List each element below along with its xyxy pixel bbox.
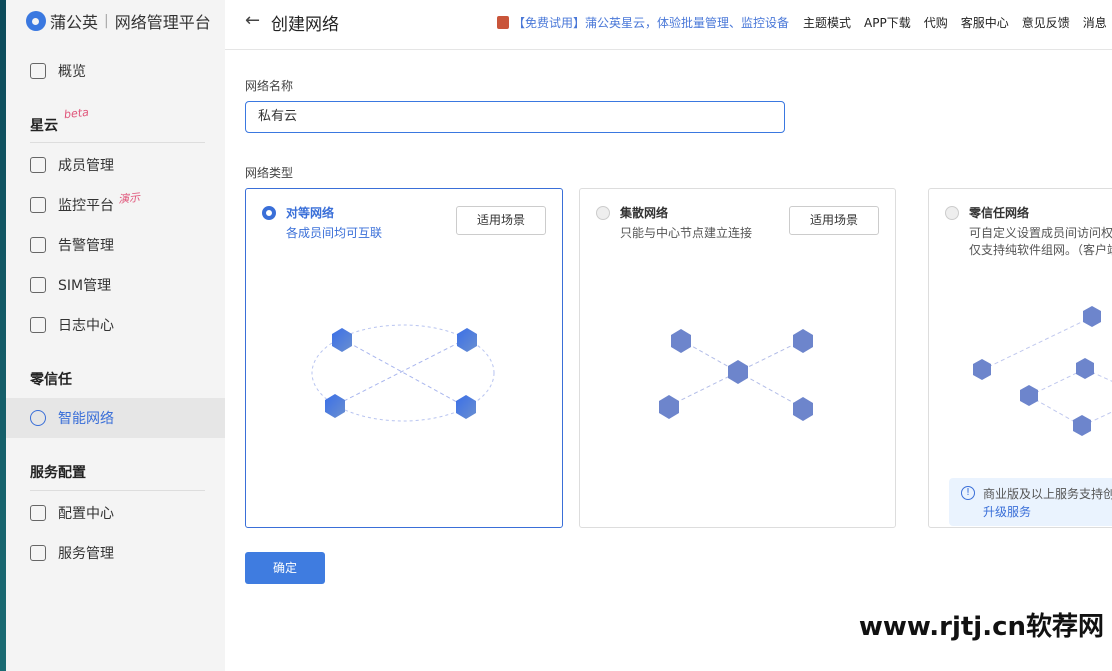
product-name: 网络管理平台 bbox=[114, 13, 211, 32]
sidebar-item-overview[interactable]: 概览 bbox=[6, 51, 225, 91]
card-description: 只能与中心节点建立连接 bbox=[620, 226, 753, 240]
monitor-icon bbox=[30, 197, 46, 213]
upgrade-service-link[interactable]: 升级服务 bbox=[983, 503, 1112, 521]
sidebar-item-label: 日志中心 bbox=[58, 318, 114, 334]
brand-name: 蒲公英 bbox=[50, 13, 99, 32]
use-case-button[interactable]: 适用场景 bbox=[789, 206, 879, 235]
peer-network-diagram bbox=[311, 324, 495, 422]
sidebar-item-config-center[interactable]: 配置中心 bbox=[6, 493, 225, 533]
sidebar-item-logs[interactable]: 日志中心 bbox=[6, 305, 225, 345]
section-title-service-config: 服务配置 bbox=[30, 465, 86, 481]
radio-peer-network[interactable] bbox=[262, 206, 276, 220]
network-icon bbox=[30, 410, 46, 426]
sidebar-item-label: SIM管理 bbox=[58, 278, 112, 294]
sidebar-item-label: 智能网络 bbox=[58, 411, 114, 427]
feedback-link[interactable]: 意见反馈 bbox=[1022, 14, 1070, 31]
sidebar: 蒲公英 | 网络管理平台 概览 星云 beta 成员管理 监控平台 演示 告警管理 … bbox=[6, 0, 225, 671]
logo-icon bbox=[26, 11, 46, 31]
page-title: 创建网络 bbox=[271, 15, 339, 35]
demo-badge: 演示 bbox=[117, 190, 141, 207]
network-name-label: 网络名称 bbox=[245, 79, 294, 93]
desc-line-2: 仅支持纯软件组网。（客户端 bbox=[969, 243, 1112, 257]
use-case-button[interactable]: 适用场景 bbox=[456, 206, 546, 235]
card-zero-trust-network[interactable]: 零信任网络 可自定义设置成员间访问权 仅支持纯软件组网。（客户端 ! 商业版及以上服… bbox=[928, 188, 1112, 528]
divider bbox=[30, 490, 205, 491]
zero-trust-diagram bbox=[973, 306, 1112, 436]
brand-logo[interactable]: 蒲公英 | 网络管理平台 bbox=[26, 9, 211, 33]
section-title-xingyun: 星云 bbox=[30, 118, 58, 134]
grid-icon bbox=[30, 505, 46, 521]
sidebar-item-label: 服务管理 bbox=[58, 546, 114, 562]
notice-text: 商业版及以上服务支持创 bbox=[983, 487, 1112, 501]
theme-mode-link[interactable]: 主题模式 bbox=[803, 14, 851, 31]
upgrade-notice: ! 商业版及以上服务支持创升级服务 bbox=[949, 478, 1112, 526]
sidebar-item-sim[interactable]: SIM管理 bbox=[6, 265, 225, 305]
bell-icon bbox=[30, 237, 46, 253]
messages-link[interactable]: 消息 bbox=[1083, 14, 1107, 31]
card-description: 各成员间均可互联 bbox=[286, 226, 383, 240]
layers-icon bbox=[30, 157, 46, 173]
desc-line-1: 可自定义设置成员间访问权 bbox=[969, 226, 1112, 240]
sim-icon bbox=[30, 277, 46, 293]
sidebar-item-monitor[interactable]: 监控平台 bbox=[6, 185, 225, 225]
gift-icon bbox=[497, 16, 509, 29]
card-description: 可自定义设置成员间访问权 仅支持纯软件组网。（客户端 bbox=[969, 225, 1112, 259]
sidebar-item-label: 配置中心 bbox=[58, 506, 114, 522]
header-links: 主题模式 APP下载 代购 客服中心 意见反馈 消息 bbox=[803, 14, 1107, 31]
clipboard-icon bbox=[30, 317, 46, 333]
promo-text: 【免费试用】蒲公英星云，体验批量管理、监控设备 bbox=[513, 16, 790, 30]
sidebar-item-label: 告警管理 bbox=[58, 238, 114, 254]
watermark: www.rjtj.cn软荐网 bbox=[858, 612, 1104, 642]
sidebar-item-label: 监控平台 bbox=[58, 198, 114, 214]
sidebar-item-smart-network[interactable]: 智能网络 bbox=[6, 398, 225, 438]
back-arrow-icon[interactable]: ← bbox=[245, 10, 260, 31]
card-peer-network[interactable]: 对等网络 各成员间均可互联 适用场景 bbox=[245, 188, 563, 528]
section-title-zero-trust: 零信任 bbox=[30, 372, 72, 388]
sidebar-item-alerts[interactable]: 告警管理 bbox=[6, 225, 225, 265]
sidebar-item-service-management[interactable]: 服务管理 bbox=[6, 533, 225, 573]
logo-separator: | bbox=[104, 13, 109, 29]
beta-badge: beta bbox=[63, 105, 90, 122]
app-download-link[interactable]: APP下载 bbox=[864, 14, 911, 31]
home-icon bbox=[30, 63, 46, 79]
promo-link[interactable]: 【免费试用】蒲公英星云，体验批量管理、监控设备 bbox=[497, 14, 789, 31]
radio-hub-network[interactable] bbox=[596, 206, 610, 220]
header: ← 创建网络 【免费试用】蒲公英星云，体验批量管理、监控设备 主题模式 APP下… bbox=[225, 0, 1112, 50]
sidebar-item-label: 概览 bbox=[58, 64, 86, 80]
card-title: 对等网络 bbox=[286, 206, 335, 220]
sidebar-item-members[interactable]: 成员管理 bbox=[6, 145, 225, 185]
network-name-input[interactable]: 私有云 bbox=[245, 101, 785, 133]
card-title: 零信任网络 bbox=[969, 206, 1030, 220]
network-type-label: 网络类型 bbox=[245, 166, 294, 180]
hub-network-diagram bbox=[659, 329, 813, 421]
sidebar-item-label: 成员管理 bbox=[58, 158, 114, 174]
purchase-link[interactable]: 代购 bbox=[924, 14, 948, 31]
confirm-button[interactable]: 确定 bbox=[245, 552, 325, 584]
divider bbox=[30, 142, 205, 143]
info-icon: ! bbox=[961, 486, 975, 500]
card-title: 集散网络 bbox=[620, 206, 669, 220]
support-link[interactable]: 客服中心 bbox=[961, 14, 1009, 31]
radio-zero-trust-network[interactable] bbox=[945, 206, 959, 220]
document-icon bbox=[30, 545, 46, 561]
card-hub-network[interactable]: 集散网络 只能与中心节点建立连接 适用场景 bbox=[579, 188, 896, 528]
